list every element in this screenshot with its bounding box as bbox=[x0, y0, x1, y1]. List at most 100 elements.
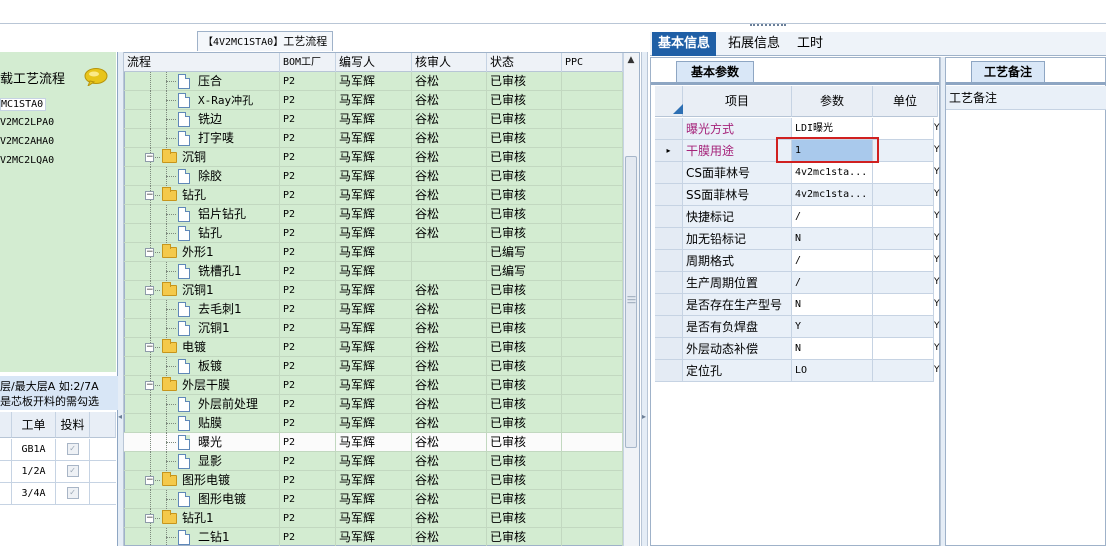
param-value-cell[interactable]: Y bbox=[792, 316, 873, 338]
left-grid-row[interactable]: 3/4A ✓ bbox=[0, 483, 116, 505]
col-header-bom[interactable]: BOM工厂 bbox=[280, 53, 336, 72]
process-writer-cell[interactable]: 马军辉 bbox=[336, 433, 412, 452]
left-grid-row[interactable]: GB1A ✓ bbox=[0, 439, 116, 461]
tab-work-hours[interactable]: 工时 bbox=[791, 32, 829, 56]
process-row[interactable]: 压合 P2 马军辉 谷松 已审核 bbox=[124, 72, 623, 91]
process-reviewer-cell[interactable]: 谷松 bbox=[412, 471, 487, 490]
left-grid-feed-cell[interactable]: ✓ bbox=[56, 461, 90, 483]
process-ppc-cell[interactable] bbox=[562, 243, 623, 262]
process-row[interactable]: − 钻孔1 P2 马军辉 谷松 已审核 bbox=[124, 509, 623, 528]
process-reviewer-cell[interactable]: 谷松 bbox=[412, 129, 487, 148]
process-reviewer-cell[interactable]: 谷松 bbox=[412, 281, 487, 300]
process-writer-cell[interactable]: 马军辉 bbox=[336, 186, 412, 205]
process-writer-cell[interactable]: 马军辉 bbox=[336, 509, 412, 528]
process-ppc-cell[interactable] bbox=[562, 528, 623, 546]
process-row[interactable]: − 图形电镀 P2 马军辉 谷松 已审核 bbox=[124, 471, 623, 490]
process-row[interactable]: 显影 P2 马军辉 谷松 已审核 bbox=[124, 452, 623, 471]
process-reviewer-cell[interactable]: 谷松 bbox=[412, 319, 487, 338]
process-row[interactable]: 沉铜1 P2 马军辉 谷松 已审核 bbox=[124, 319, 623, 338]
param-col-item[interactable]: 项目 bbox=[683, 86, 792, 117]
tab-basic-info[interactable]: 基本信息 bbox=[652, 32, 717, 56]
feed-checkbox[interactable]: ✓ bbox=[66, 443, 79, 455]
param-row-header[interactable] bbox=[655, 184, 683, 206]
process-reviewer-cell[interactable]: 谷松 bbox=[412, 205, 487, 224]
process-bom-cell[interactable]: P2 bbox=[280, 395, 336, 414]
process-reviewer-cell[interactable]: 谷松 bbox=[412, 509, 487, 528]
param-value-cell[interactable]: / bbox=[792, 272, 873, 294]
process-bom-cell[interactable]: P2 bbox=[280, 167, 336, 186]
process-writer-cell[interactable]: 马军辉 bbox=[336, 110, 412, 129]
process-writer-cell[interactable]: 马军辉 bbox=[336, 224, 412, 243]
param-unit-cell[interactable] bbox=[873, 228, 934, 250]
process-writer-cell[interactable]: 马军辉 bbox=[336, 243, 412, 262]
collapse-right-icon[interactable]: ▸ bbox=[642, 412, 646, 421]
process-bom-cell[interactable]: P2 bbox=[280, 338, 336, 357]
process-status-cell[interactable]: 已审核 bbox=[487, 148, 562, 167]
process-writer-cell[interactable]: 马军辉 bbox=[336, 300, 412, 319]
param-row-header[interactable] bbox=[655, 338, 683, 360]
process-writer-cell[interactable]: 马军辉 bbox=[336, 376, 412, 395]
process-reviewer-cell[interactable]: 谷松 bbox=[412, 110, 487, 129]
param-row-header[interactable] bbox=[655, 206, 683, 228]
param-row-header[interactable] bbox=[655, 118, 683, 140]
process-status-cell[interactable]: 已审核 bbox=[487, 452, 562, 471]
process-status-cell[interactable]: 已审核 bbox=[487, 395, 562, 414]
process-bom-cell[interactable]: P2 bbox=[280, 471, 336, 490]
process-row[interactable]: − 沉铜 P2 马军辉 谷松 已审核 bbox=[124, 148, 623, 167]
left-grid-order-cell[interactable]: 1/2A bbox=[12, 461, 56, 483]
process-reviewer-cell[interactable]: 谷松 bbox=[412, 338, 487, 357]
process-status-cell[interactable]: 已编写 bbox=[487, 262, 562, 281]
process-ppc-cell[interactable] bbox=[562, 129, 623, 148]
param-unit-cell[interactable] bbox=[873, 162, 934, 184]
process-status-cell[interactable]: 已审核 bbox=[487, 72, 562, 91]
process-ppc-cell[interactable] bbox=[562, 110, 623, 129]
left-tree-item[interactable]: MC1STA0 bbox=[0, 98, 47, 111]
col-header-writer[interactable]: 编写人 bbox=[336, 53, 412, 72]
process-reviewer-cell[interactable]: 谷松 bbox=[412, 148, 487, 167]
process-reviewer-cell[interactable]: 谷松 bbox=[412, 224, 487, 243]
process-status-cell[interactable]: 已审核 bbox=[487, 281, 562, 300]
param-unit-cell[interactable] bbox=[873, 360, 934, 382]
process-row[interactable]: − 外层干膜 P2 马军辉 谷松 已审核 bbox=[124, 376, 623, 395]
param-value-cell[interactable]: 4v2mc1sta... bbox=[792, 184, 873, 206]
process-status-cell[interactable]: 已审核 bbox=[487, 205, 562, 224]
process-reviewer-cell[interactable]: 谷松 bbox=[412, 186, 487, 205]
process-writer-cell[interactable]: 马军辉 bbox=[336, 91, 412, 110]
param-value-cell[interactable]: LO bbox=[792, 360, 873, 382]
left-grid-row[interactable]: 1/2A ✓ bbox=[0, 461, 116, 483]
tab-extended-info[interactable]: 拓展信息 bbox=[722, 32, 786, 56]
process-ppc-cell[interactable] bbox=[562, 205, 623, 224]
feed-checkbox[interactable]: ✓ bbox=[66, 487, 79, 499]
col-header-ppc[interactable]: PPC bbox=[562, 53, 623, 72]
process-ppc-cell[interactable] bbox=[562, 357, 623, 376]
process-row[interactable]: 贴膜 P2 马军辉 谷松 已审核 bbox=[124, 414, 623, 433]
process-ppc-cell[interactable] bbox=[562, 395, 623, 414]
process-bom-cell[interactable]: P2 bbox=[280, 91, 336, 110]
process-ppc-cell[interactable] bbox=[562, 509, 623, 528]
param-unit-cell[interactable] bbox=[873, 184, 934, 206]
process-status-cell[interactable]: 已审核 bbox=[487, 414, 562, 433]
left-grid-feed-cell[interactable]: ✓ bbox=[56, 439, 90, 461]
param-row-header[interactable]: ▸ bbox=[655, 140, 683, 162]
process-row[interactable]: 铣边 P2 马军辉 谷松 已审核 bbox=[124, 110, 623, 129]
process-reviewer-cell[interactable]: 谷松 bbox=[412, 72, 487, 91]
process-reviewer-cell[interactable]: 谷松 bbox=[412, 395, 487, 414]
process-status-cell[interactable]: 已审核 bbox=[487, 110, 562, 129]
process-bom-cell[interactable]: P2 bbox=[280, 433, 336, 452]
param-unit-cell[interactable] bbox=[873, 338, 934, 360]
process-status-cell[interactable]: 已审核 bbox=[487, 528, 562, 546]
process-status-cell[interactable]: 已审核 bbox=[487, 186, 562, 205]
process-bom-cell[interactable]: P2 bbox=[280, 72, 336, 91]
process-reviewer-cell[interactable]: 谷松 bbox=[412, 528, 487, 546]
process-ppc-cell[interactable] bbox=[562, 338, 623, 357]
process-bom-cell[interactable]: P2 bbox=[280, 205, 336, 224]
feed-checkbox[interactable]: ✓ bbox=[66, 465, 79, 477]
process-ppc-cell[interactable] bbox=[562, 281, 623, 300]
process-bom-cell[interactable]: P2 bbox=[280, 224, 336, 243]
splitter-grip[interactable] bbox=[750, 24, 786, 28]
param-unit-cell[interactable] bbox=[873, 294, 934, 316]
process-writer-cell[interactable]: 马军辉 bbox=[336, 471, 412, 490]
select-all-corner-icon[interactable] bbox=[673, 104, 683, 114]
process-row[interactable]: 外层前处理 P2 马军辉 谷松 已审核 bbox=[124, 395, 623, 414]
param-row-header[interactable] bbox=[655, 360, 683, 382]
